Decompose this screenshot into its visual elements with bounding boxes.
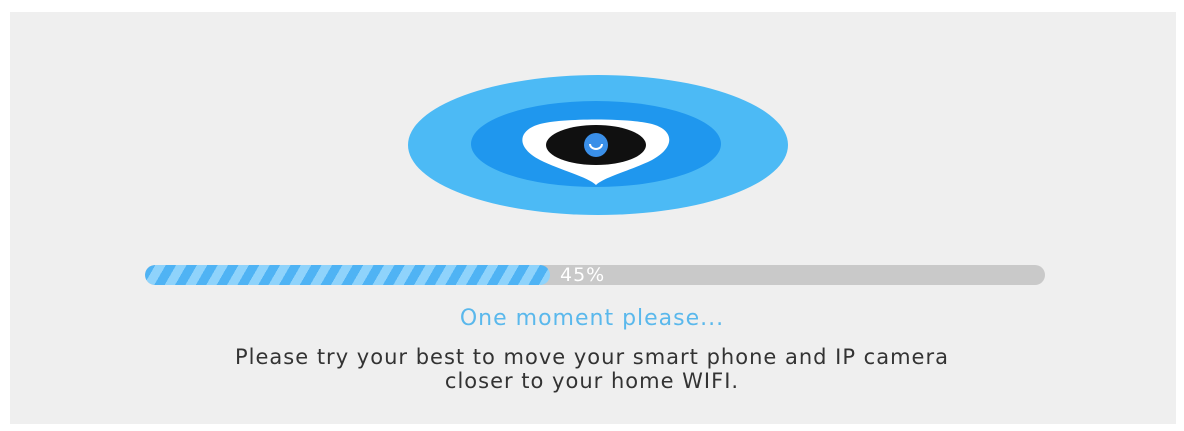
connection-illustration xyxy=(408,75,788,215)
progress-bar-fill xyxy=(145,265,550,285)
hint-line-1: Please try your best to move your smart … xyxy=(235,345,949,369)
status-message: One moment please... xyxy=(459,306,725,331)
progress-percent-label: 45% xyxy=(560,264,606,286)
hint-line-2: closer to your home WIFI. xyxy=(444,369,740,393)
hint-message: Please try your best to move your smart … xyxy=(0,345,1184,393)
